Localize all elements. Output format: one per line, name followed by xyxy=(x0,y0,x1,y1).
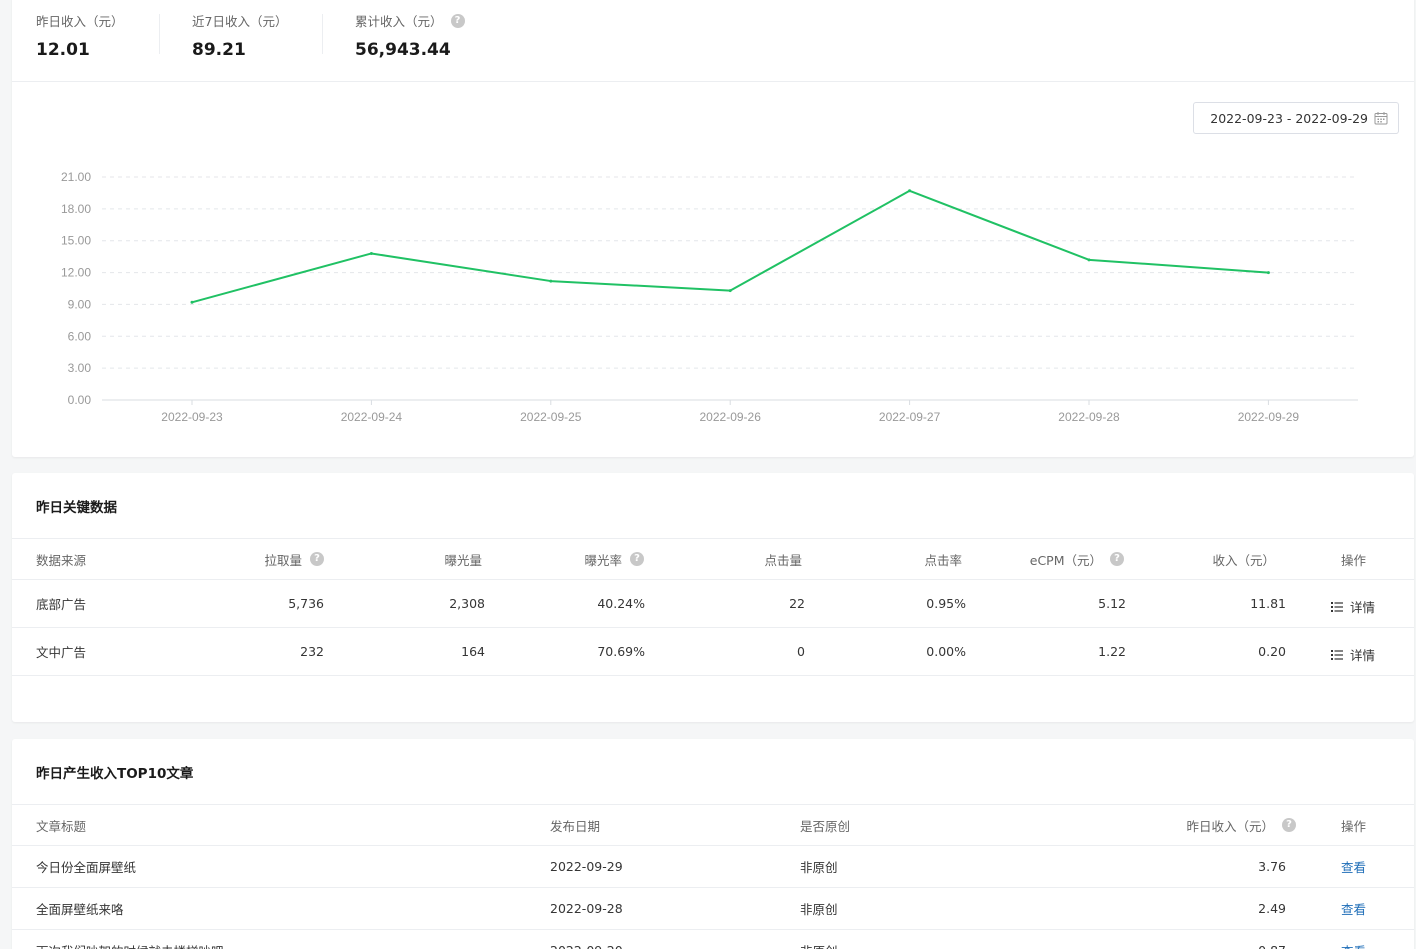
cell-original: 非原创 xyxy=(800,860,838,875)
cell-income: 0.87 xyxy=(1258,930,1286,949)
cell-title: 今日份全面屏壁纸 xyxy=(36,860,137,875)
y-tick-label: 12.00 xyxy=(61,266,91,280)
cell-ctr: 0.00% xyxy=(926,644,966,659)
col-header: 昨日收入（元）? xyxy=(1186,805,1296,845)
cell-original: 非原创 xyxy=(800,902,838,917)
cell-ctr: 0.95% xyxy=(926,596,966,611)
cell-source: 底部广告 xyxy=(36,597,87,612)
cell-income: 0.20 xyxy=(1258,644,1286,659)
y-tick-label: 3.00 xyxy=(68,361,92,375)
table-header: 数据来源 拉取量? 曝光量 曝光率? 点击量 点击率 eCPM（元）? 收入（元… xyxy=(12,539,1414,580)
list-icon xyxy=(1331,601,1343,612)
data-point xyxy=(190,300,194,304)
view-link[interactable]: 查看 xyxy=(1341,888,1366,929)
x-tick-label: 2022-09-29 xyxy=(1238,410,1300,424)
cell-exposure-rate: 70.69% xyxy=(597,644,645,659)
list-icon xyxy=(1331,649,1343,660)
table-row: 底部广告 5,736 2,308 40.24% 22 0.95% 5.12 11… xyxy=(12,580,1414,628)
data-point xyxy=(728,289,732,293)
cell-pulls: 5,736 xyxy=(288,596,324,611)
cell-date: 2022-09-20 xyxy=(550,930,623,949)
x-tick-label: 2022-09-23 xyxy=(161,410,223,424)
data-point xyxy=(908,189,912,193)
cell-title: 全面屏壁纸来咯 xyxy=(36,902,124,917)
col-header: 操作 xyxy=(1341,552,1367,568)
col-header: 数据来源 xyxy=(36,552,87,568)
x-tick-label: 2022-09-24 xyxy=(341,410,403,424)
data-point xyxy=(1087,258,1091,262)
cell-source: 文中广告 xyxy=(36,645,87,660)
cell-pulls: 232 xyxy=(300,644,324,659)
col-header: 操作 xyxy=(1341,818,1367,834)
y-tick-label: 9.00 xyxy=(68,297,92,311)
cell-ecpm: 5.12 xyxy=(1098,596,1126,611)
data-point xyxy=(549,279,553,283)
detail-label: 详情 xyxy=(1350,648,1376,663)
top10-table: 文章标题 发布日期 是否原创 昨日收入（元）? 操作 今日份全面屏壁纸 2022… xyxy=(12,804,1414,949)
help-icon[interactable]: ? xyxy=(1282,818,1296,832)
col-header: 曝光率? xyxy=(584,539,644,579)
table-row: 全面屏壁纸来咯 2022-09-28 非原创 2.49 查看 xyxy=(12,888,1414,930)
data-point xyxy=(369,251,373,255)
col-header: 拉取量? xyxy=(264,539,324,579)
key-data-card: 昨日关键数据 数据来源 拉取量? 曝光量 曝光率? 点击量 点击率 eCPM（元… xyxy=(12,473,1414,722)
y-tick-label: 18.00 xyxy=(61,202,91,216)
x-tick-label: 2022-09-27 xyxy=(879,410,941,424)
key-data-table: 数据来源 拉取量? 曝光量 曝光率? 点击量 点击率 eCPM（元）? 收入（元… xyxy=(12,538,1414,676)
cell-date: 2022-09-29 xyxy=(550,859,623,874)
table-row: 文中广告 232 164 70.69% 0 0.00% 1.22 0.20 详情 xyxy=(12,628,1414,676)
col-header: 是否原创 xyxy=(800,818,851,834)
card-title: 昨日产生收入TOP10文章 xyxy=(36,766,194,782)
y-tick-label: 0.00 xyxy=(68,393,92,407)
card-title: 昨日关键数据 xyxy=(36,500,117,516)
cell-clicks: 0 xyxy=(797,644,805,659)
view-link[interactable]: 查看 xyxy=(1341,846,1366,887)
data-point xyxy=(1266,271,1270,275)
y-tick-label: 15.00 xyxy=(61,234,91,248)
col-header: 点击量 xyxy=(764,552,802,568)
table-row: 下次我们吵架的时候就去楼梯吵吧 2022-09-20 非原创 0.87 查看 xyxy=(12,930,1414,949)
cell-exposures: 2,308 xyxy=(449,596,485,611)
x-tick-label: 2022-09-25 xyxy=(520,410,582,424)
cell-exposures: 164 xyxy=(461,644,485,659)
top10-card: 昨日产生收入TOP10文章 文章标题 发布日期 是否原创 昨日收入（元）? 操作… xyxy=(12,739,1414,949)
col-header: 发布日期 xyxy=(550,818,601,834)
help-icon[interactable]: ? xyxy=(1110,552,1124,566)
detail-button[interactable]: 详情 xyxy=(1331,631,1375,678)
y-tick-label: 6.00 xyxy=(68,329,92,343)
series-line xyxy=(191,189,1269,304)
view-link[interactable]: 查看 xyxy=(1341,930,1366,949)
cell-date: 2022-09-28 xyxy=(550,901,623,916)
col-header: 曝光量 xyxy=(444,552,482,568)
col-header: 点击率 xyxy=(924,552,962,568)
cell-clicks: 22 xyxy=(789,596,805,611)
detail-label: 详情 xyxy=(1350,600,1376,615)
help-icon[interactable]: ? xyxy=(630,552,644,566)
col-header: 文章标题 xyxy=(36,818,87,834)
cell-exposure-rate: 40.24% xyxy=(597,596,645,611)
table-header: 文章标题 发布日期 是否原创 昨日收入（元）? 操作 xyxy=(12,805,1414,846)
cell-income: 11.81 xyxy=(1250,596,1286,611)
col-header: eCPM（元）? xyxy=(1030,539,1124,579)
x-tick-label: 2022-09-26 xyxy=(700,410,762,424)
cell-original: 非原创 xyxy=(800,930,838,949)
cell-title: 下次我们吵架的时候就去楼梯吵吧 xyxy=(36,930,224,949)
help-icon[interactable]: ? xyxy=(310,552,324,566)
income-overview-card: 昨日收入（元） 12.01 近7日收入（元） 89.21 累计收入（元） ? 5… xyxy=(12,0,1414,457)
cell-ecpm: 1.22 xyxy=(1098,644,1126,659)
detail-button[interactable]: 详情 xyxy=(1331,583,1375,630)
table-row: 今日份全面屏壁纸 2022-09-29 非原创 3.76 查看 xyxy=(12,846,1414,888)
cell-income: 3.76 xyxy=(1258,859,1286,874)
col-header: 收入（元） xyxy=(1212,552,1275,568)
income-line-chart: 0.00 3.00 6.00 9.00 12.00 15.00 18.00 21.00 2022… xyxy=(61,170,1358,424)
x-tick-label: 2022-09-28 xyxy=(1058,410,1120,424)
cell-income: 2.49 xyxy=(1258,901,1286,916)
y-tick-label: 21.00 xyxy=(61,170,91,184)
